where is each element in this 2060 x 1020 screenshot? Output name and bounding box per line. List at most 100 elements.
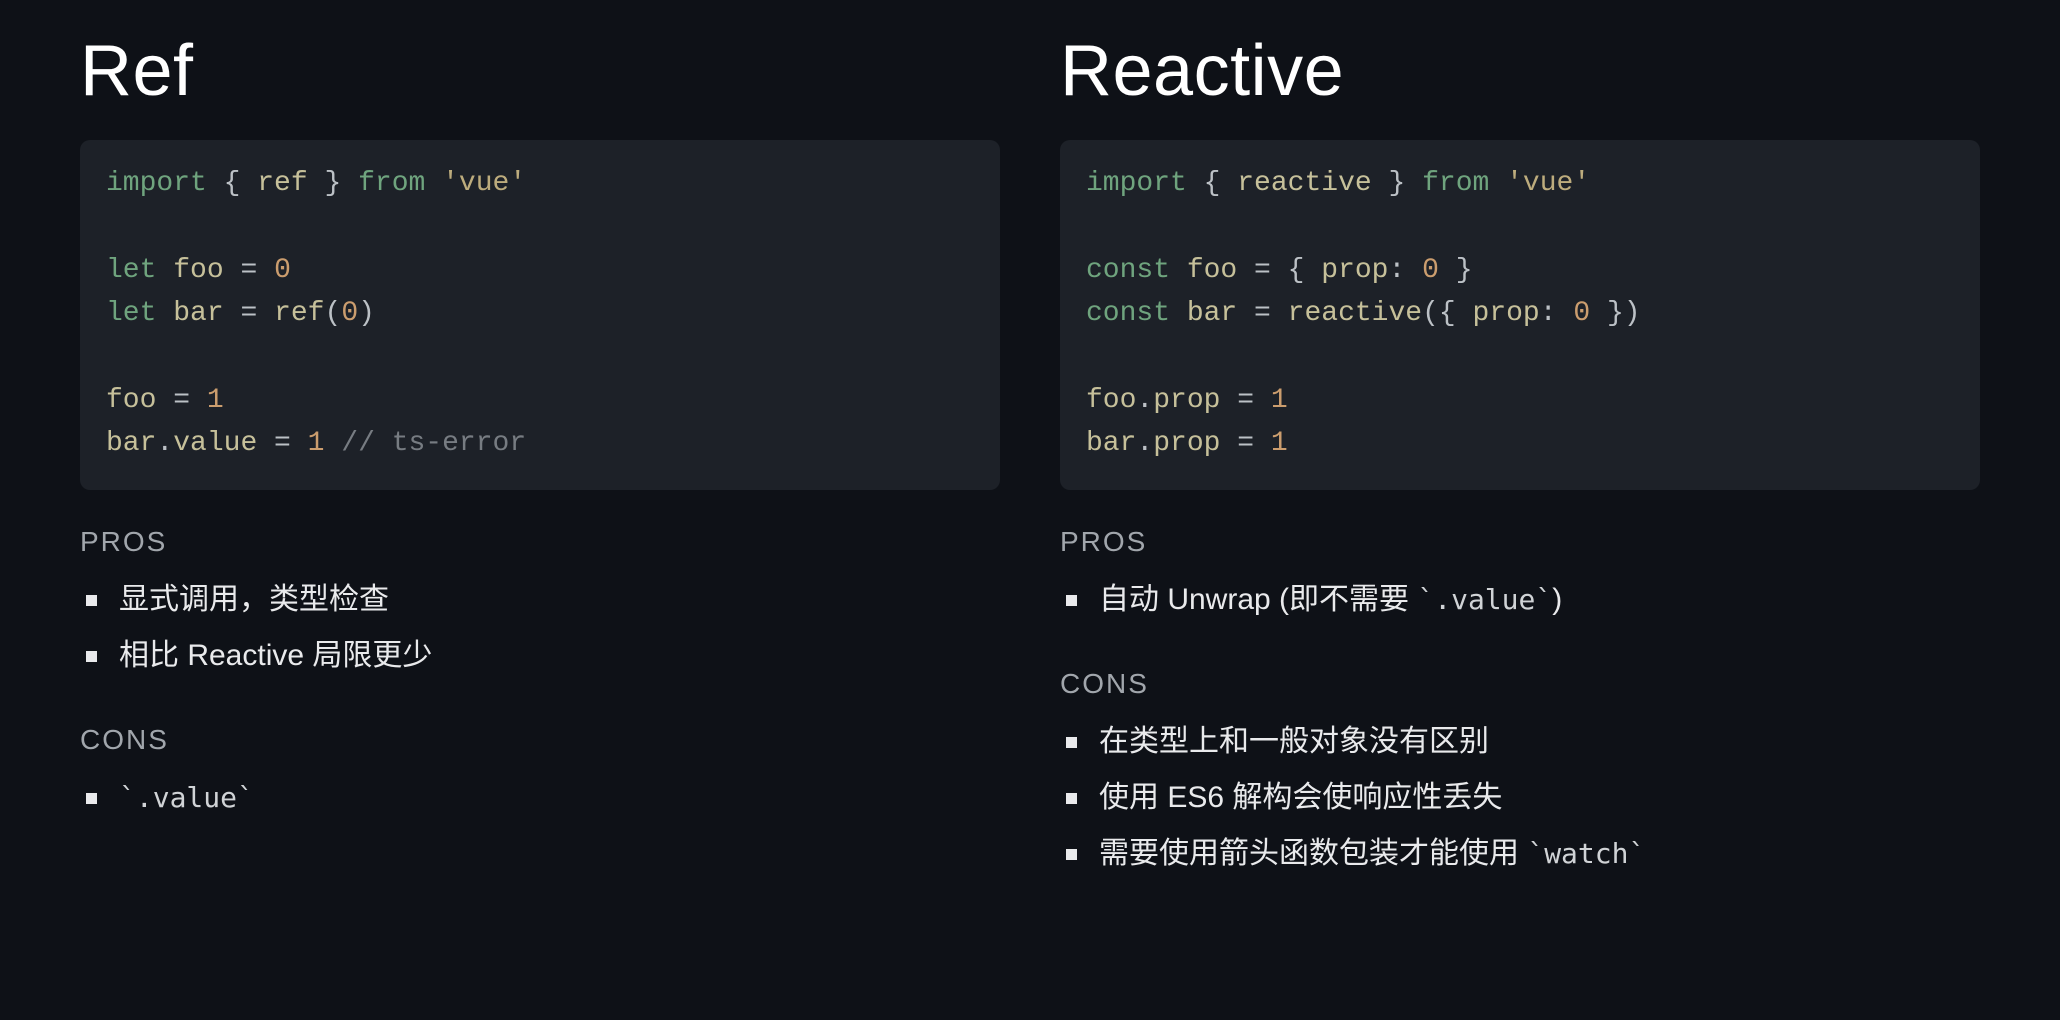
code-token-p: . — [1136, 428, 1153, 459]
code-token-p: = { — [1237, 255, 1321, 286]
list-item: 在类型上和一般对象没有区别 — [1060, 718, 1980, 766]
code-token-p: ) — [358, 298, 375, 329]
code-token-p — [1170, 255, 1187, 286]
inline-code: `watch` — [1527, 837, 1645, 870]
code-token-id: foo — [1086, 385, 1136, 416]
code-token-p — [324, 428, 341, 459]
code-token-id: foo — [1187, 255, 1237, 286]
code-token-p: } — [308, 168, 358, 199]
code-token-kw: let — [106, 255, 156, 286]
list-item-text: 自动 Unwrap (即不需要 `.value`) — [1099, 576, 1562, 624]
bullet-square-icon — [1066, 595, 1077, 606]
list-item-text: 相比 Reactive 局限更少 — [119, 632, 432, 680]
ref-cons-label: CONS — [80, 724, 1000, 756]
list-item-text: `.value` — [119, 774, 254, 822]
code-token-id: reactive — [1288, 298, 1422, 329]
reactive-column: Reactive import { reactive } from 'vue' … — [1060, 30, 1980, 980]
code-token-p: . — [1136, 385, 1153, 416]
code-token-kw: import — [1086, 168, 1187, 199]
code-token-p: = — [224, 298, 274, 329]
list-item: 自动 Unwrap (即不需要 `.value`) — [1060, 576, 1980, 624]
reactive-pros-label: PROS — [1060, 526, 1980, 558]
code-token-id: value — [173, 428, 257, 459]
code-token-id: bar — [106, 428, 156, 459]
code-token-p — [425, 168, 442, 199]
bullet-square-icon — [1066, 793, 1077, 804]
list-item: `.value` — [80, 774, 1000, 822]
list-item: 显式调用，类型检查 — [80, 576, 1000, 624]
reactive-title: Reactive — [1060, 30, 1980, 112]
code-token-p: } — [1372, 168, 1422, 199]
bullet-square-icon — [1066, 849, 1077, 860]
list-item-text: 需要使用箭头函数包装才能使用 `watch` — [1099, 830, 1645, 878]
code-token-kw: let — [106, 298, 156, 329]
reactive-cons-list: 在类型上和一般对象没有区别使用 ES6 解构会使响应性丢失需要使用箭头函数包装才… — [1060, 710, 1980, 886]
code-token-id: foo — [173, 255, 223, 286]
reactive-pros-list: 自动 Unwrap (即不需要 `.value`) — [1060, 568, 1980, 632]
code-token-p — [1489, 168, 1506, 199]
bullet-square-icon — [86, 793, 97, 804]
code-token-kw: const — [1086, 255, 1170, 286]
code-token-num: 0 — [1573, 298, 1590, 329]
list-item: 使用 ES6 解构会使响应性丢失 — [1060, 774, 1980, 822]
reactive-cons-label: CONS — [1060, 668, 1980, 700]
code-token-num: 1 — [1271, 385, 1288, 416]
code-token-p: : — [1540, 298, 1574, 329]
list-item-text: 显式调用，类型检查 — [119, 576, 389, 624]
code-token-num: 1 — [308, 428, 325, 459]
code-token-num: 0 — [341, 298, 358, 329]
code-token-kw: from — [1422, 168, 1489, 199]
code-token-num: 1 — [207, 385, 224, 416]
code-token-id: prop — [1321, 255, 1388, 286]
list-item-text: 使用 ES6 解构会使响应性丢失 — [1099, 774, 1502, 822]
code-token-p — [156, 255, 173, 286]
inline-code: `.value` — [1417, 583, 1552, 616]
code-token-id: reactive — [1237, 168, 1371, 199]
ref-code-block: import { ref } from 'vue' let foo = 0 le… — [80, 140, 1000, 490]
code-token-num: 1 — [1271, 428, 1288, 459]
code-token-cmt: // ts-error — [341, 428, 526, 459]
code-token-id: prop — [1473, 298, 1540, 329]
code-token-p: } — [1439, 255, 1473, 286]
code-token-p: = — [1237, 298, 1287, 329]
code-token-id: bar — [1086, 428, 1136, 459]
reactive-code-block: import { reactive } from 'vue' const foo… — [1060, 140, 1980, 490]
bullet-square-icon — [86, 651, 97, 662]
code-token-p — [156, 298, 173, 329]
code-token-str: 'vue' — [1506, 168, 1590, 199]
list-item: 需要使用箭头函数包装才能使用 `watch` — [1060, 830, 1980, 878]
code-token-p: ({ — [1422, 298, 1472, 329]
code-token-p: = — [257, 428, 307, 459]
code-token-num: 0 — [1422, 255, 1439, 286]
ref-column: Ref import { ref } from 'vue' let foo = … — [80, 30, 1000, 980]
ref-pros-label: PROS — [80, 526, 1000, 558]
code-token-kw: import — [106, 168, 207, 199]
code-token-p — [1170, 298, 1187, 329]
code-token-id: prop — [1153, 385, 1220, 416]
code-token-id: foo — [106, 385, 156, 416]
ref-cons-list: `.value` — [80, 766, 1000, 830]
list-item: 相比 Reactive 局限更少 — [80, 632, 1000, 680]
code-token-str: 'vue' — [442, 168, 526, 199]
code-token-id: bar — [1187, 298, 1237, 329]
slide: Ref import { ref } from 'vue' let foo = … — [0, 0, 2060, 1020]
ref-title: Ref — [80, 30, 1000, 112]
code-token-p: = — [156, 385, 206, 416]
code-token-id: bar — [173, 298, 223, 329]
code-token-p: = — [1220, 385, 1270, 416]
code-token-kw: const — [1086, 298, 1170, 329]
code-token-id: prop — [1153, 428, 1220, 459]
code-token-p: = — [224, 255, 274, 286]
bullet-square-icon — [86, 595, 97, 606]
list-item-text: 在类型上和一般对象没有区别 — [1099, 718, 1489, 766]
code-token-p: . — [156, 428, 173, 459]
code-token-num: 0 — [274, 255, 291, 286]
ref-pros-list: 显式调用，类型检查相比 Reactive 局限更少 — [80, 568, 1000, 688]
code-token-kw: from — [358, 168, 425, 199]
inline-code: `.value` — [119, 781, 254, 814]
code-token-id: ref — [274, 298, 324, 329]
code-token-p: : — [1388, 255, 1422, 286]
code-token-p: { — [207, 168, 257, 199]
code-token-id: ref — [257, 168, 307, 199]
code-token-p: { — [1187, 168, 1237, 199]
